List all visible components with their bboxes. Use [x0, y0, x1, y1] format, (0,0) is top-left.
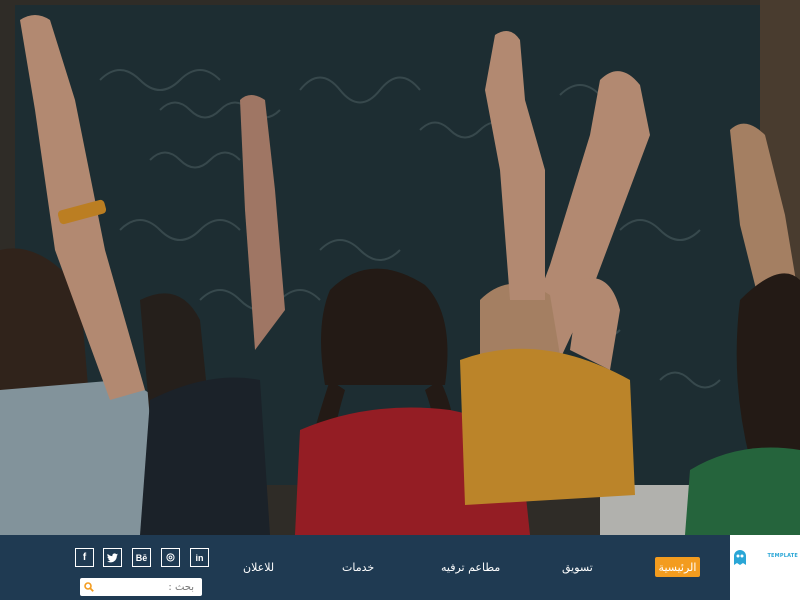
search-icon[interactable]: [84, 582, 94, 592]
dribbble-icon[interactable]: ◎: [161, 548, 180, 567]
behance-icon[interactable]: Bē: [132, 548, 151, 567]
nav-item-marketing[interactable]: تسويق: [562, 561, 593, 574]
twitter-bird-icon: [107, 552, 118, 562]
search-box: [80, 578, 202, 596]
site-logo[interactable]: TEMPLATE: [730, 535, 800, 600]
ghost-icon: [734, 550, 746, 565]
nav-item-home[interactable]: الرئيسية: [655, 557, 700, 577]
search-input[interactable]: [98, 578, 198, 596]
logo-text: TEMPLATE: [767, 553, 798, 559]
facebook-icon[interactable]: f: [75, 548, 94, 567]
twitter-icon[interactable]: [103, 548, 122, 567]
nav-item-restaurants[interactable]: مطاعم ترفيه: [441, 561, 500, 574]
nav-item-advertise[interactable]: للاعلان: [243, 561, 274, 574]
classroom-photo: [0, 0, 800, 535]
nav-item-services[interactable]: خدمات: [342, 561, 374, 574]
linkedin-icon[interactable]: in: [190, 548, 209, 567]
nav-item-label: الرئيسية: [658, 560, 697, 574]
hero-image: [0, 0, 800, 535]
